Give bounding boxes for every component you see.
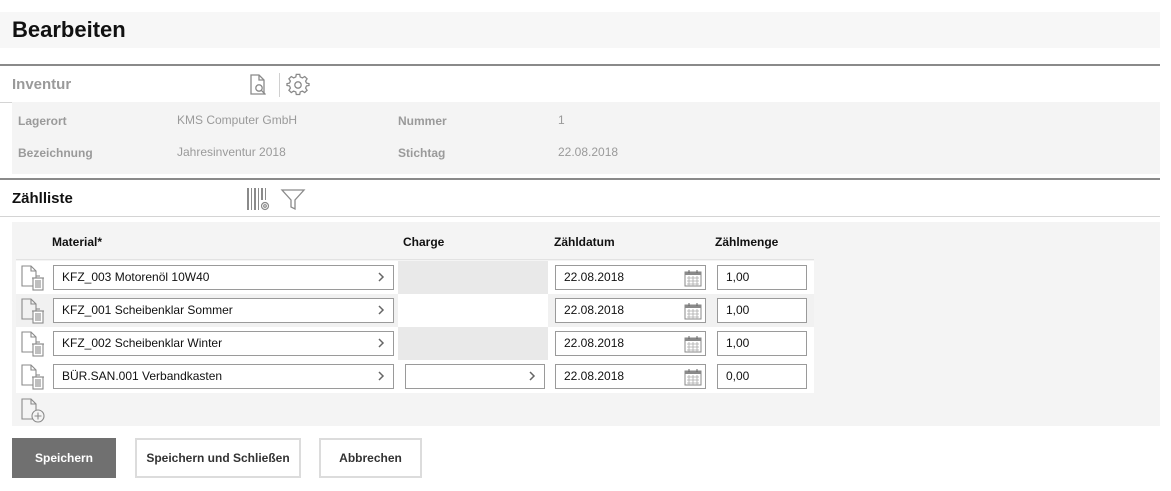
material-input[interactable]: KFZ_002 Scheibenklar Winter [53,331,394,356]
nummer-label: Nummer [398,114,447,128]
zaehlmenge-input[interactable]: 1,00 [717,265,807,290]
zaehldatum-value: 22.08.2018 [564,369,625,383]
zaehlmenge-input[interactable]: 1,00 [717,331,807,356]
section-divider-light [0,216,1160,217]
delete-row-icon[interactable] [19,297,47,325]
charge-cell-disabled [398,294,548,327]
bezeichnung-label: Bezeichnung [18,146,93,160]
save-and-close-button[interactable]: Speichern und Schließen [135,438,301,478]
stichtag-value: 22.08.2018 [558,145,619,159]
document-search-icon[interactable] [245,72,271,98]
add-row-icon[interactable] [19,397,47,425]
header-bar [0,12,1160,48]
material-input[interactable]: BÜR.SAN.001 Verbandkasten [53,364,394,389]
zaehldatum-input[interactable]: 22.08.2018 [555,265,706,290]
material-value: BÜR.SAN.001 Verbandkasten [62,369,223,383]
chevron-right-icon [529,371,536,381]
material-input[interactable]: KFZ_003 Motorenöl 10W40 [53,265,394,290]
zaehldatum-input[interactable]: 22.08.2018 [555,364,706,389]
section-divider [0,178,1160,180]
chevron-right-icon [378,305,385,315]
calendar-icon[interactable] [684,269,702,287]
delete-row-icon[interactable] [19,264,47,292]
icon-separator [279,73,280,97]
chevron-right-icon [378,371,385,381]
material-value: KFZ_001 Scheibenklar Sommer [62,303,233,317]
calendar-icon[interactable] [684,335,702,353]
zaehlmenge-input[interactable]: 1,00 [717,298,807,323]
bezeichnung-value: Jahresinventur 2018 [177,145,286,159]
gear-icon[interactable] [285,72,311,98]
zaehldatum-value: 22.08.2018 [564,270,625,284]
lagerort-value: KMS Computer GmbH [177,113,298,127]
zaehldatum-value: 22.08.2018 [564,303,625,317]
nummer-value: 1 [558,113,565,127]
chevron-right-icon [378,272,385,282]
chevron-right-icon [378,338,385,348]
zaehldatum-input[interactable]: 22.08.2018 [555,298,706,323]
lagerort-label: Lagerort [18,114,67,128]
material-input[interactable]: KFZ_001 Scheibenklar Sommer [53,298,394,323]
zaehldatum-input[interactable]: 22.08.2018 [555,331,706,356]
charge-cell-disabled [398,261,548,294]
cancel-button[interactable]: Abbrechen [319,438,422,478]
column-header-zaehlmenge[interactable]: Zählmenge [715,235,778,249]
calendar-icon[interactable] [684,302,702,320]
material-value: KFZ_002 Scheibenklar Winter [62,336,223,350]
calendar-icon[interactable] [684,368,702,386]
charge-input[interactable] [405,364,545,389]
delete-row-icon[interactable] [19,330,47,358]
section-divider [0,64,1160,66]
inventur-section-title: Inventur [12,76,72,93]
column-header-charge[interactable]: Charge [403,235,444,249]
zaehlmenge-input[interactable]: 0,00 [717,364,807,389]
save-button[interactable]: Speichern [12,438,116,478]
column-header-material[interactable]: Material* [52,235,102,249]
material-value: KFZ_003 Motorenöl 10W40 [62,270,210,284]
stichtag-label: Stichtag [398,146,446,160]
filter-icon[interactable] [280,186,306,212]
barcode-settings-icon[interactable] [245,186,271,212]
zaehldatum-value: 22.08.2018 [564,336,625,350]
zaehlliste-section-title: Zählliste [12,190,73,207]
page-title: Bearbeiten [12,17,126,42]
delete-row-icon[interactable] [19,363,47,391]
charge-cell-disabled [398,327,548,360]
column-header-zaehldatum[interactable]: Zähldatum [554,235,615,249]
